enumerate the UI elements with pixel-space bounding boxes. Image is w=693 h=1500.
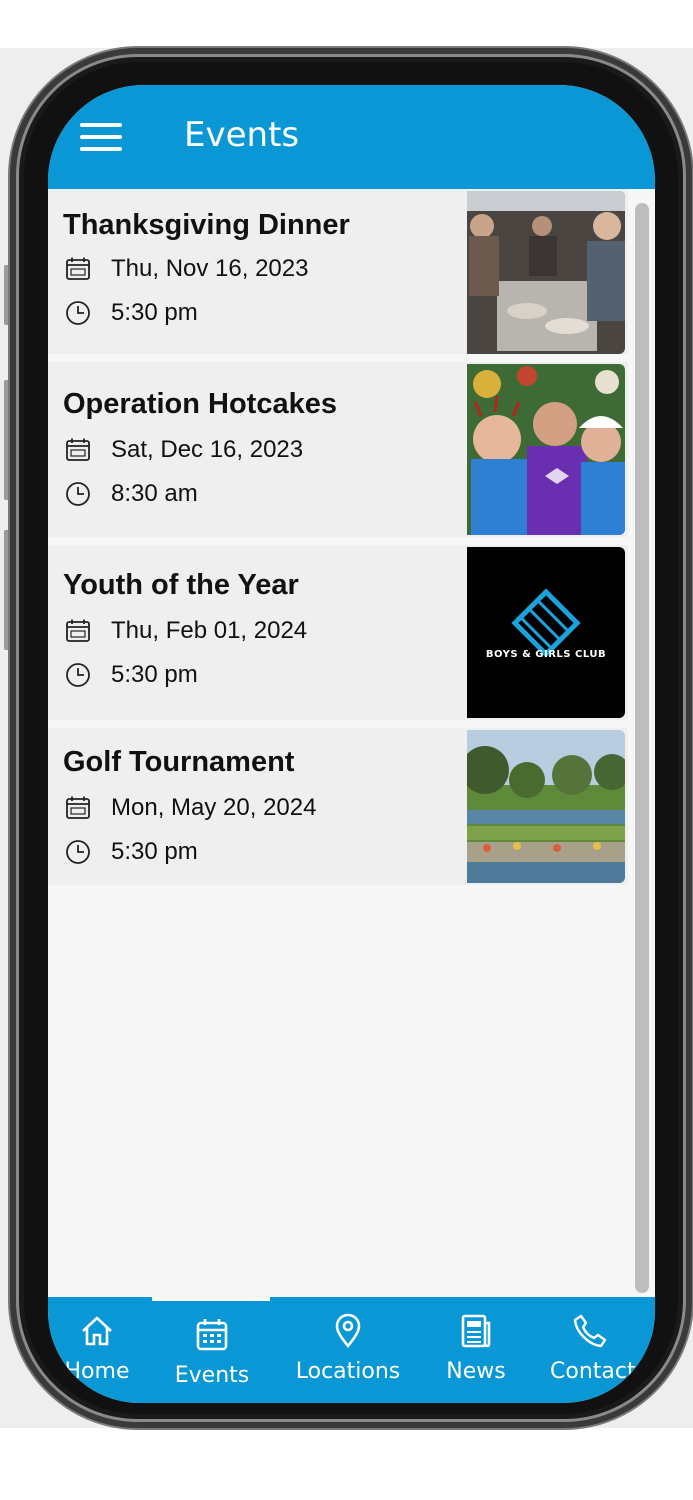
phone-icon xyxy=(573,1314,607,1348)
event-time-text: 8:30 am xyxy=(111,480,198,507)
event-date-text: Sat, Dec 16, 2023 xyxy=(111,436,304,463)
event-card-golf-tournament[interactable]: Golf Tournament Mon, May 20, 2024 5:30 p… xyxy=(48,728,628,885)
event-card-youth-of-the-year[interactable]: Youth of the Year Thu, Feb 01, 2024 5:30… xyxy=(48,545,628,720)
event-title: Golf Tournament xyxy=(63,746,295,778)
nav-home-label: Home xyxy=(64,1359,130,1384)
event-date-text: Mon, May 20, 2024 xyxy=(111,794,317,821)
event-time: 8:30 am xyxy=(65,480,198,508)
golf-course-photo xyxy=(467,730,625,883)
nav-events-label: Events xyxy=(174,1363,250,1388)
nav-contact-label: Contact xyxy=(550,1359,636,1384)
thanksgiving-photo xyxy=(467,191,625,354)
event-card-thanksgiving-dinner[interactable]: Thanksgiving Dinner Thu, Nov 16, 2023 5:… xyxy=(48,189,628,354)
event-title: Thanksgiving Dinner xyxy=(63,209,350,241)
event-date: Thu, Nov 16, 2023 xyxy=(65,255,308,283)
app-bar: Events xyxy=(48,85,655,189)
event-time-text: 5:30 pm xyxy=(111,838,198,865)
event-date-text: Thu, Feb 01, 2024 xyxy=(111,617,308,644)
nav-locations-label: Locations xyxy=(295,1359,401,1384)
nav-events[interactable]: Events xyxy=(172,1317,252,1388)
nav-home[interactable]: Home xyxy=(62,1313,132,1384)
calendar-icon xyxy=(196,1319,228,1351)
calendar-icon xyxy=(66,257,90,280)
hamburger-menu-icon[interactable] xyxy=(80,123,122,151)
event-card-operation-hotcakes[interactable]: Operation Hotcakes Sat, Dec 16, 2023 8:3… xyxy=(48,362,628,537)
page-title: Events xyxy=(184,115,300,155)
clock-icon xyxy=(66,840,90,864)
event-list: Thanksgiving Dinner Thu, Nov 16, 2023 5:… xyxy=(48,189,628,893)
calendar-icon xyxy=(66,796,90,819)
event-time: 5:30 pm xyxy=(65,299,198,327)
clock-icon xyxy=(66,663,90,687)
active-tab-indicator xyxy=(152,1297,270,1301)
club-logo: BOYS & GIRLS CLUB xyxy=(467,547,625,718)
event-date: Mon, May 20, 2024 xyxy=(65,794,316,822)
club-logo-text: BOYS & GIRLS CLUB xyxy=(485,649,607,660)
nav-news-label: News xyxy=(446,1359,506,1384)
event-date-text: Thu, Nov 16, 2023 xyxy=(111,255,309,282)
nav-contact[interactable]: Contact xyxy=(550,1313,655,1384)
event-time: 5:30 pm xyxy=(65,838,198,866)
clock-icon xyxy=(66,482,90,506)
event-time: 5:30 pm xyxy=(65,661,198,689)
bottom-navigation: Home Events Locations News Contact xyxy=(48,1297,655,1403)
calendar-icon xyxy=(66,619,90,642)
location-pin-icon xyxy=(335,1313,361,1349)
event-title: Operation Hotcakes xyxy=(63,388,337,420)
home-icon xyxy=(82,1316,112,1346)
event-time-text: 5:30 pm xyxy=(111,299,198,326)
event-time-text: 5:30 pm xyxy=(111,661,198,688)
nav-news[interactable]: News xyxy=(442,1313,510,1384)
news-icon xyxy=(461,1314,491,1348)
event-date: Sat, Dec 16, 2023 xyxy=(65,436,303,464)
list-scrollbar[interactable] xyxy=(635,203,649,1293)
nav-locations[interactable]: Locations xyxy=(292,1313,404,1384)
kids-christmas-photo xyxy=(467,364,625,535)
event-title: Youth of the Year xyxy=(63,569,299,601)
app-screen: Events Thanksgiving Dinner Thu, Nov 16, … xyxy=(48,85,655,1403)
clock-icon xyxy=(66,301,90,325)
event-date: Thu, Feb 01, 2024 xyxy=(65,617,307,645)
calendar-icon xyxy=(66,438,90,461)
